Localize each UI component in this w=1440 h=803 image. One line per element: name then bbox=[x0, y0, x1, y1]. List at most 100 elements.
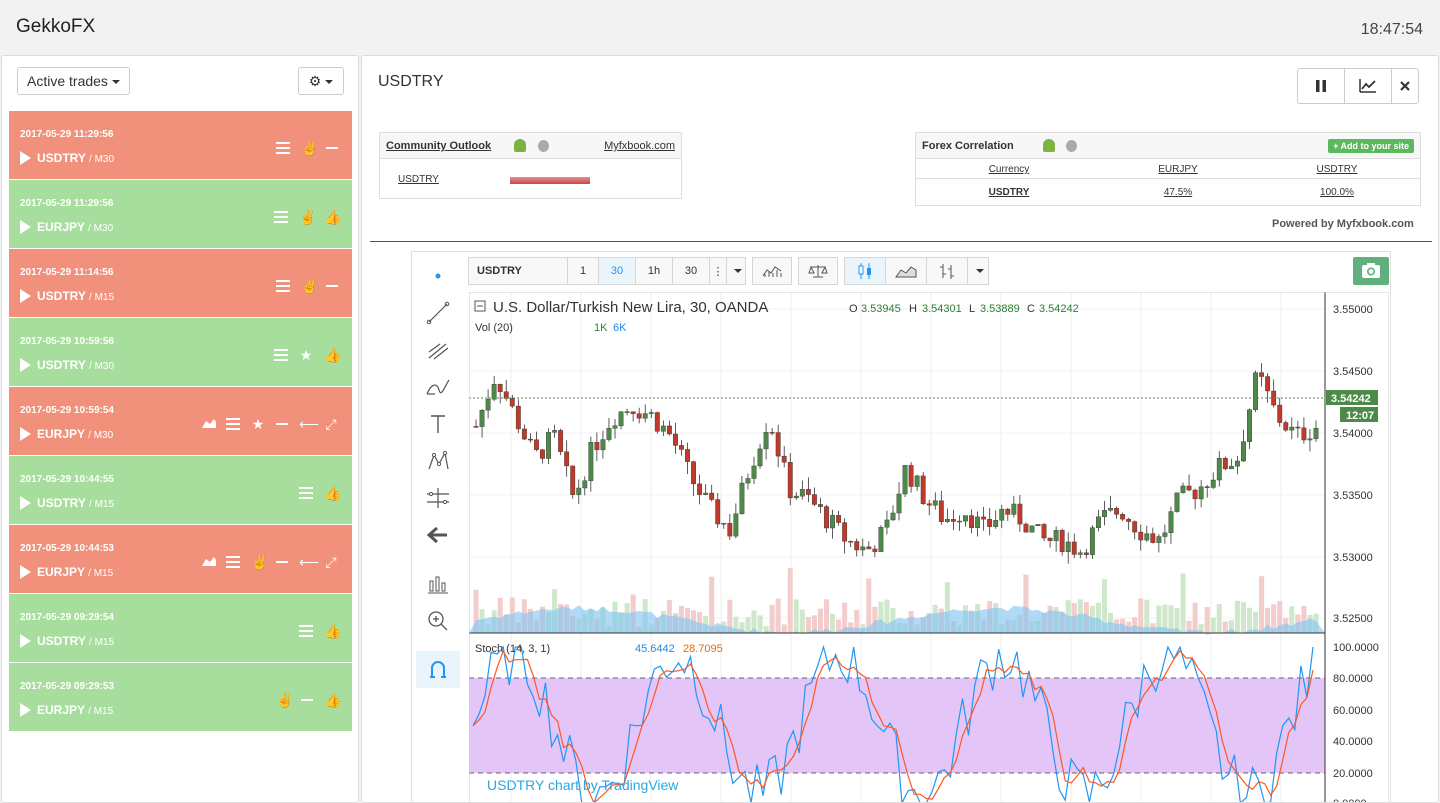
measure-tool[interactable] bbox=[416, 479, 460, 516]
active-trades-dropdown[interactable]: Active trades bbox=[17, 67, 130, 95]
interval-dropdown[interactable] bbox=[726, 257, 746, 285]
play-icon[interactable] bbox=[20, 634, 31, 648]
trade-symbol[interactable]: EURJPY / M30 bbox=[20, 220, 113, 234]
trend-line-tool[interactable] bbox=[416, 294, 460, 331]
list-icon[interactable] bbox=[299, 625, 313, 637]
list-icon[interactable] bbox=[299, 487, 313, 499]
apple-icon[interactable] bbox=[538, 140, 549, 152]
list-icon[interactable] bbox=[276, 142, 290, 154]
minus-icon[interactable] bbox=[326, 147, 338, 149]
powered-by[interactable]: Powered by Myfxbook.com bbox=[1272, 218, 1414, 230]
trade-row[interactable]: 2017-05-29 10:44:53 EURJPY / M15 ✌ ⟵ ⤢ bbox=[9, 525, 352, 594]
play-icon[interactable] bbox=[20, 220, 31, 234]
minus-icon[interactable] bbox=[301, 699, 313, 701]
play-icon[interactable] bbox=[20, 496, 31, 510]
header-usdtry[interactable]: USDTRY bbox=[1287, 164, 1387, 175]
minus-icon[interactable] bbox=[276, 423, 288, 425]
expand-icon[interactable]: ⤢ bbox=[324, 417, 338, 431]
brush-tool[interactable] bbox=[416, 368, 460, 405]
pattern-tool[interactable] bbox=[416, 442, 460, 479]
thumb-up-icon[interactable]: 👍 bbox=[324, 486, 341, 500]
row-usdtry-value[interactable]: 100.0% bbox=[1287, 187, 1387, 198]
trade-symbol[interactable]: EURJPY / M15 bbox=[20, 565, 113, 579]
thumb-up-icon[interactable]: 👍 bbox=[324, 210, 341, 224]
trade-row[interactable]: 2017-05-29 09:29:54 USDTRY / M15 👍 bbox=[9, 594, 352, 663]
add-to-site-button[interactable]: + Add to your site bbox=[1328, 139, 1414, 153]
trade-row[interactable]: 2017-05-29 10:59:56 USDTRY / M30 ★ 👍 bbox=[9, 318, 352, 387]
myfxbook-link[interactable]: Myfxbook.com bbox=[604, 140, 675, 152]
trade-symbol[interactable]: EURJPY / M15 bbox=[20, 703, 113, 717]
apple-icon[interactable] bbox=[1066, 140, 1077, 152]
row-symbol[interactable]: USDTRY bbox=[959, 187, 1059, 198]
thumb-down-icon[interactable]: ✌ bbox=[251, 555, 268, 569]
thumb-down-icon[interactable]: ✌ bbox=[301, 141, 318, 155]
candles-button[interactable] bbox=[844, 257, 886, 285]
area-chart-icon[interactable] bbox=[201, 417, 216, 431]
star-icon[interactable]: ★ bbox=[299, 348, 313, 362]
interval-30-alt[interactable]: 30 bbox=[672, 257, 710, 285]
fib-tool[interactable] bbox=[416, 331, 460, 368]
close-button[interactable] bbox=[1391, 68, 1419, 104]
trade-row[interactable]: 2017-05-29 10:44:55 USDTRY / M15 👍 bbox=[9, 456, 352, 525]
trade-row[interactable]: 2017-05-29 11:14:56 USDTRY / M15 ✌ bbox=[9, 249, 352, 318]
price-chart[interactable]: 3.55000 3.54500 3.54000 3.53500 3.53000 3.525… bbox=[469, 292, 1389, 803]
thumb-up-icon[interactable]: 👍 bbox=[324, 693, 341, 707]
trade-symbol[interactable]: EURJPY / M30 bbox=[20, 427, 113, 441]
zoom-tool[interactable] bbox=[416, 602, 460, 639]
cursor-tool[interactable] bbox=[416, 257, 460, 294]
list-icon[interactable] bbox=[226, 418, 240, 430]
play-icon[interactable] bbox=[20, 151, 31, 165]
trade-symbol[interactable]: USDTRY / M15 bbox=[20, 496, 114, 510]
header-eurjpy[interactable]: EURJPY bbox=[1128, 164, 1228, 175]
settings-button[interactable]: ⚙ bbox=[298, 67, 344, 95]
compare-button[interactable] bbox=[798, 257, 838, 285]
area-chart-icon[interactable] bbox=[201, 555, 216, 569]
interval-1h[interactable]: 1h bbox=[635, 257, 673, 285]
list-icon[interactable] bbox=[274, 349, 288, 361]
trade-row[interactable]: 2017-05-29 11:29:56 EURJPY / M30 ✌ 👍 bbox=[9, 180, 352, 249]
symbol-search-input[interactable]: USDTRY bbox=[468, 257, 568, 285]
magnet-tool[interactable] bbox=[416, 651, 460, 688]
pause-button[interactable] bbox=[1297, 68, 1345, 104]
list-icon[interactable] bbox=[226, 556, 240, 568]
interval-30[interactable]: 30 bbox=[598, 257, 636, 285]
snapshot-button[interactable] bbox=[1353, 257, 1389, 285]
back-tool[interactable] bbox=[416, 516, 460, 553]
list-icon[interactable] bbox=[276, 280, 290, 292]
thumb-down-icon[interactable]: ✌ bbox=[301, 279, 318, 293]
chart-type-dropdown[interactable] bbox=[967, 257, 989, 285]
row-eurjpy-value[interactable]: 47.5% bbox=[1128, 187, 1228, 198]
play-icon[interactable] bbox=[20, 289, 31, 303]
tradingview-watermark[interactable]: USDTRY chart by TradingView bbox=[487, 777, 679, 793]
bars-button[interactable] bbox=[926, 257, 968, 285]
indicators-tool[interactable] bbox=[416, 565, 460, 602]
trade-symbol[interactable]: USDTRY / M15 bbox=[20, 634, 114, 648]
header-currency[interactable]: Currency bbox=[959, 164, 1059, 175]
arrow-left-icon[interactable]: ⟵ bbox=[299, 555, 319, 569]
thumb-up-icon[interactable]: 👍 bbox=[324, 624, 341, 638]
minus-icon[interactable] bbox=[326, 285, 338, 287]
interval-1[interactable]: 1 bbox=[567, 257, 599, 285]
trade-symbol[interactable]: USDTRY / M30 bbox=[20, 358, 114, 372]
list-icon[interactable] bbox=[274, 211, 288, 223]
android-icon[interactable] bbox=[514, 139, 526, 152]
more-intervals-button[interactable]: ⋮ bbox=[709, 257, 727, 285]
text-tool[interactable] bbox=[416, 405, 460, 442]
trade-symbol[interactable]: USDTRY / M15 bbox=[20, 289, 114, 303]
arrow-left-icon[interactable]: ⟵ bbox=[299, 417, 319, 431]
thumb-down-icon[interactable]: ✌ bbox=[276, 693, 293, 707]
android-icon[interactable] bbox=[1043, 139, 1055, 152]
chart-toggle-button[interactable] bbox=[1344, 68, 1392, 104]
outlook-symbol-link[interactable]: USDTRY bbox=[398, 174, 439, 185]
minus-icon[interactable] bbox=[276, 561, 288, 563]
indicators-button[interactable] bbox=[752, 257, 792, 285]
play-icon[interactable] bbox=[20, 358, 31, 372]
play-icon[interactable] bbox=[20, 565, 31, 579]
star-icon[interactable]: ★ bbox=[251, 417, 265, 431]
community-outlook-link[interactable]: Community Outlook bbox=[386, 140, 491, 152]
trade-row[interactable]: 2017-05-29 11:29:56 USDTRY / M30 ✌ bbox=[9, 111, 352, 180]
thumb-up-icon[interactable]: 👍 bbox=[324, 348, 341, 362]
thumb-down-icon[interactable]: ✌ bbox=[299, 210, 316, 224]
area-chart-button[interactable] bbox=[885, 257, 927, 285]
trade-symbol[interactable]: USDTRY / M30 bbox=[20, 151, 114, 165]
